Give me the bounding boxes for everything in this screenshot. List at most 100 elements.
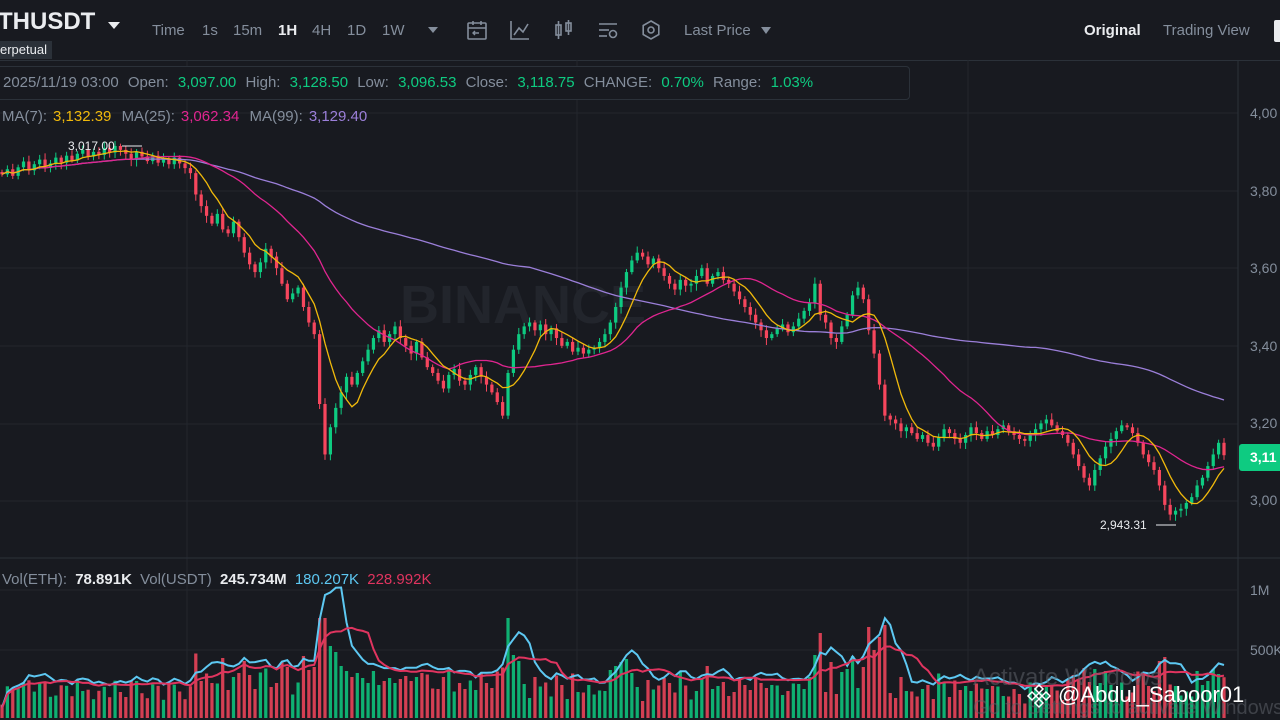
- volume-bar: [947, 697, 952, 718]
- volume-bar: [619, 662, 623, 718]
- timeframe-1h[interactable]: 1H: [278, 22, 297, 39]
- candle-body: [188, 168, 193, 174]
- timeframe-4h[interactable]: 4H: [312, 22, 331, 39]
- volume-bar: [398, 679, 402, 718]
- volume-bar: [414, 677, 419, 718]
- candle-body: [571, 341, 575, 352]
- volume-bar: [404, 676, 408, 718]
- volume-bar: [592, 694, 596, 718]
- candle-body: [883, 384, 887, 416]
- timeframe-15m[interactable]: 15m: [233, 22, 262, 39]
- candle-body: [716, 272, 720, 276]
- view-tradingview-tab[interactable]: Trading View: [1163, 22, 1250, 39]
- candle-body: [280, 268, 284, 284]
- candle-date: 2025/11/19 03:00: [3, 74, 119, 91]
- timeframe-more-icon[interactable]: [428, 27, 438, 33]
- timeframe-1d[interactable]: 1D: [347, 22, 366, 39]
- volume-bar: [700, 679, 704, 718]
- indicator-settings-icon[interactable]: [597, 19, 619, 41]
- candle-body: [635, 252, 639, 261]
- volume-bar: [307, 670, 311, 718]
- volume-bar: [387, 678, 392, 718]
- candle-body: [775, 328, 779, 335]
- candle-body: [1125, 425, 1129, 428]
- vol-ma2-value: 228.992K: [367, 571, 432, 588]
- candle-body: [221, 213, 225, 230]
- candle-body: [339, 392, 343, 408]
- volume-bar: [786, 691, 790, 718]
- volume-bar: [361, 678, 365, 718]
- volume-bar: [377, 685, 381, 718]
- candle-body: [511, 349, 516, 373]
- volume-bar: [269, 687, 273, 718]
- vol-usdt-label: Vol(USDT): [140, 571, 212, 588]
- candles-icon[interactable]: [553, 19, 575, 41]
- candle-body: [565, 341, 569, 346]
- calendar-icon[interactable]: [466, 19, 488, 41]
- candle-body: [1211, 454, 1215, 467]
- volume-bar: [124, 697, 128, 718]
- candle-body: [436, 372, 440, 381]
- volume-bar: [554, 675, 559, 718]
- volume-bar: [113, 680, 117, 718]
- volume-bar: [32, 691, 36, 718]
- volume-bar: [409, 681, 413, 718]
- candle-body: [285, 283, 289, 300]
- price-chart[interactable]: BINANCE: [0, 60, 1280, 720]
- candle-body: [732, 283, 736, 292]
- candle-body: [1044, 419, 1048, 424]
- volume-bar: [54, 695, 58, 718]
- symbol-title[interactable]: THUSDT: [0, 8, 95, 36]
- timeframe-time[interactable]: Time: [152, 22, 185, 39]
- volume-bar: [366, 683, 370, 718]
- volume-bar: [75, 679, 79, 718]
- change-value: 0.70%: [661, 74, 704, 91]
- volume-bar: [958, 690, 962, 718]
- line-chart-icon[interactable]: [509, 19, 531, 41]
- volume-bar: [194, 653, 198, 718]
- candle-body: [737, 291, 742, 300]
- volume-bar: [780, 695, 785, 718]
- candle-body: [764, 330, 769, 339]
- candle-body: [231, 221, 236, 234]
- volume-bar: [188, 686, 193, 718]
- settings-icon[interactable]: [640, 19, 662, 41]
- volume-bar: [108, 697, 112, 718]
- candle-body: [1152, 462, 1156, 470]
- symbol-dropdown-icon[interactable]: [108, 22, 120, 29]
- candle-body: [1066, 435, 1070, 443]
- candle-body: [931, 442, 935, 447]
- volume-bar: [829, 662, 833, 718]
- volume-bar: [296, 682, 300, 718]
- volume-bar: [597, 690, 602, 718]
- volume-bar: [581, 692, 586, 718]
- candle-body: [296, 287, 300, 294]
- price-source-select[interactable]: Last Price: [684, 22, 751, 39]
- volume-bar: [221, 658, 225, 718]
- volume-bar: [694, 691, 699, 718]
- change-label: CHANGE:: [583, 74, 653, 91]
- fullscreen-icon[interactable]: [1274, 20, 1280, 42]
- vol-ma1-value: 180.207K: [294, 571, 360, 588]
- volume-bar: [953, 680, 957, 718]
- volume-bar: [215, 683, 219, 718]
- chevron-down-icon[interactable]: [761, 27, 771, 34]
- high-value: 3,128.50: [289, 74, 349, 91]
- volume-bar: [178, 691, 182, 718]
- timeframe-1w[interactable]: 1W: [382, 22, 405, 39]
- volume-bar: [743, 685, 747, 718]
- candle-body: [743, 299, 747, 307]
- view-original-tab[interactable]: Original: [1084, 22, 1141, 39]
- candle-body: [824, 314, 828, 323]
- candle-body: [1206, 466, 1210, 478]
- volume-bar: [129, 680, 133, 718]
- timeframe-1s[interactable]: 1s: [202, 22, 218, 39]
- candle-body: [1082, 466, 1086, 478]
- candle-body: [371, 338, 376, 350]
- candle-body: [441, 380, 446, 389]
- volume-bar: [264, 668, 268, 718]
- user-handle: @Abdul_Saboor01: [1058, 682, 1245, 707]
- volume-bar: [861, 667, 865, 718]
- candle-body: [431, 367, 435, 373]
- volume-bar: [797, 684, 801, 718]
